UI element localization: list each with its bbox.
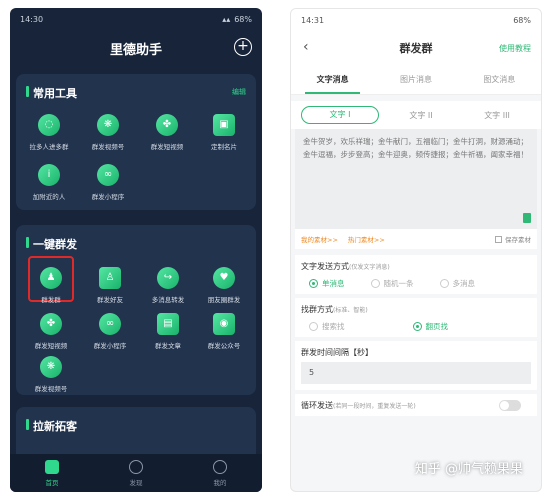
message-type-tabs: 文字消息 图片消息 图文消息 xyxy=(291,65,541,95)
subtab-text-2[interactable]: 文字 II xyxy=(383,110,459,121)
checkbox-box xyxy=(495,235,502,243)
friend-icon: ♙ xyxy=(99,267,121,289)
chat-icon: ◌ xyxy=(38,114,60,136)
send-mode-options: 单消息 随机一条 多消息 xyxy=(301,272,531,294)
compass-icon xyxy=(129,459,143,474)
article-icon: ▤ xyxy=(157,313,179,335)
message-text: 金牛贺岁，欢乐祥瑞；金牛献门，五福临门；金牛打洞，财源涌动；金牛逗福，步步登高；… xyxy=(303,137,528,159)
official-account-icon: ◉ xyxy=(213,313,235,335)
find-mode-options: 搜索找 翻页找 xyxy=(301,315,531,337)
my-material-link[interactable]: 我的素材>> xyxy=(301,234,338,244)
interval-label: 群发时间间隔【秒】 xyxy=(301,348,373,357)
status-time: 14:31 xyxy=(301,15,325,25)
send-mode-section: 文字发送方式(仅发文字消息) 单消息 随机一条 多消息 xyxy=(295,255,537,294)
card-icon: ▣ xyxy=(213,114,235,136)
bottom-nav: 首页 发现 我的 xyxy=(10,454,262,492)
material-row: 我的素材>> 热门素材>> 保存素材 xyxy=(295,229,537,249)
back-icon[interactable]: ‹ xyxy=(303,39,309,55)
radio-dot xyxy=(439,278,449,288)
group-item[interactable]: ✤ 群发短视频 xyxy=(23,313,79,350)
group-item[interactable]: ∞ 群发小程序 xyxy=(82,313,138,350)
location-icon: i xyxy=(38,164,60,186)
loop-label: 循环发送(若同一段时间，重复发送一轮) xyxy=(301,401,416,410)
user-icon xyxy=(213,459,227,474)
short-video-icon: ✤ xyxy=(156,114,178,136)
home-icon xyxy=(45,459,59,474)
short-video-icon: ✤ xyxy=(40,313,62,335)
video-channel-icon: ❋ xyxy=(97,114,119,136)
right-phone-screen: 14:31 68% ‹ 群发群 使用教程 文字消息 图片消息 图文消息 文字 I… xyxy=(290,8,542,492)
group-item[interactable]: ♙ 群发好友 xyxy=(82,267,138,304)
nav-discover[interactable]: 发现 xyxy=(116,459,156,487)
message-textarea[interactable]: 金牛贺岁，欢乐祥瑞；金牛献门，五福临门；金牛打洞，财源涌动；金牛逗福，步步登高；… xyxy=(295,129,537,229)
app-header: 里德助手 + xyxy=(10,30,262,66)
loop-section: 循环发送(若同一段时间，重复发送一轮) xyxy=(295,394,537,416)
subtab-text-3[interactable]: 文字 III xyxy=(459,110,535,121)
page-title: 群发群 xyxy=(399,42,433,55)
tool-item[interactable]: ✤ 群发短视频 xyxy=(139,114,195,151)
radio-dot xyxy=(412,321,422,331)
moments-icon: ♥ xyxy=(213,267,235,289)
radio-random[interactable]: 随机一条 xyxy=(363,278,414,289)
video-channel-icon: ❋ xyxy=(40,356,62,378)
status-bar: 14:31 68% xyxy=(291,9,541,31)
radio-single[interactable]: 单消息 xyxy=(301,278,345,289)
tab-text[interactable]: 文字消息 xyxy=(291,65,374,94)
status-time: 14:30 xyxy=(20,14,44,24)
group-item[interactable]: ▤ 群发文章 xyxy=(140,313,196,350)
battery-level: 68% xyxy=(234,14,252,24)
mini-program-icon: ∞ xyxy=(99,313,121,335)
radio-dot xyxy=(309,278,318,288)
page-title: 里德助手 xyxy=(109,42,162,58)
group-item[interactable]: ❋ 群发视频号 xyxy=(23,356,79,393)
tool-item[interactable]: ◌ 拉多人进多群 xyxy=(21,114,77,151)
radio-dot xyxy=(309,321,318,331)
tool-item[interactable]: ❋ 群发视频号 xyxy=(80,114,136,151)
save-material-checkbox[interactable]: 保存素材 xyxy=(495,234,531,244)
trash-icon[interactable] xyxy=(523,213,531,223)
left-phone-screen: 14:30 ▴▴ 68% 里德助手 + 常用工具 编辑 ◌ 拉多人进多群 ❋ 群发视频… xyxy=(10,8,262,492)
tool-item[interactable]: i 加附近的人 xyxy=(21,164,77,201)
group-icon: ♟ xyxy=(40,267,62,289)
add-icon[interactable]: + xyxy=(234,38,252,56)
nav-me[interactable]: 我的 xyxy=(200,459,240,487)
section-title-lead: 拉新拓客 xyxy=(26,418,77,434)
tool-item[interactable]: ∞ 群发小程序 xyxy=(80,164,136,201)
forward-icon: ↪ xyxy=(157,267,179,289)
section-title-group: 一键群发 xyxy=(26,236,77,252)
signal-icon: ▴▴ xyxy=(222,14,231,24)
radio-page[interactable]: 翻页找 xyxy=(405,321,448,332)
tab-image-text[interactable]: 图文消息 xyxy=(458,65,541,94)
radio-search[interactable]: 搜索找 xyxy=(301,321,345,332)
watermark: 知乎 @帅气赖果果 xyxy=(414,462,523,477)
find-mode-section: 找群方式(标准、智能) 搜索找 翻页找 xyxy=(295,298,537,337)
mini-program-icon: ∞ xyxy=(97,164,119,186)
status-bar: 14:30 ▴▴ 68% xyxy=(10,8,262,30)
radio-multi[interactable]: 多消息 xyxy=(432,278,475,289)
interval-input[interactable]: 5 xyxy=(301,362,531,384)
edit-link[interactable]: 编辑 xyxy=(232,87,246,97)
group-item[interactable]: ◉ 群发公众号 xyxy=(196,313,252,350)
nav-home[interactable]: 首页 xyxy=(32,459,72,487)
section-title-tools: 常用工具 xyxy=(26,85,77,101)
tools-card: 常用工具 编辑 ◌ 拉多人进多群 ❋ 群发视频号 ✤ 群发短视频 ▣ 定制名片 i 加附近… xyxy=(16,74,256,210)
group-item[interactable]: ♟ 群发群 xyxy=(23,267,79,304)
find-mode-label: 找群方式(标准、智能) xyxy=(301,305,368,314)
send-mode-label: 文字发送方式(仅发文字消息) xyxy=(301,262,390,271)
tool-item[interactable]: ▣ 定制名片 xyxy=(196,114,252,151)
tab-image[interactable]: 图片消息 xyxy=(374,65,457,94)
loop-toggle[interactable] xyxy=(499,400,521,411)
text-subtabs: 文字 I 文字 II 文字 III xyxy=(291,101,541,129)
hot-material-link[interactable]: 热门素材>> xyxy=(348,234,385,244)
subtab-text-1[interactable]: 文字 I xyxy=(301,106,379,124)
group-send-card: 一键群发 ♟ 群发群 ♙ 群发好友 ↪ 多消息转发 ♥ 朋友圈群发 ✤ 群发短视频 ∞ 群发… xyxy=(16,225,256,395)
radio-dot xyxy=(370,278,380,288)
group-item[interactable]: ↪ 多消息转发 xyxy=(140,267,196,304)
group-item[interactable]: ♥ 朋友圈群发 xyxy=(196,267,252,304)
interval-section: 群发时间间隔【秒】 5 xyxy=(295,341,537,390)
battery-level: 68% xyxy=(513,15,531,25)
app-header: ‹ 群发群 使用教程 xyxy=(291,31,541,65)
help-link[interactable]: 使用教程 xyxy=(499,43,531,54)
